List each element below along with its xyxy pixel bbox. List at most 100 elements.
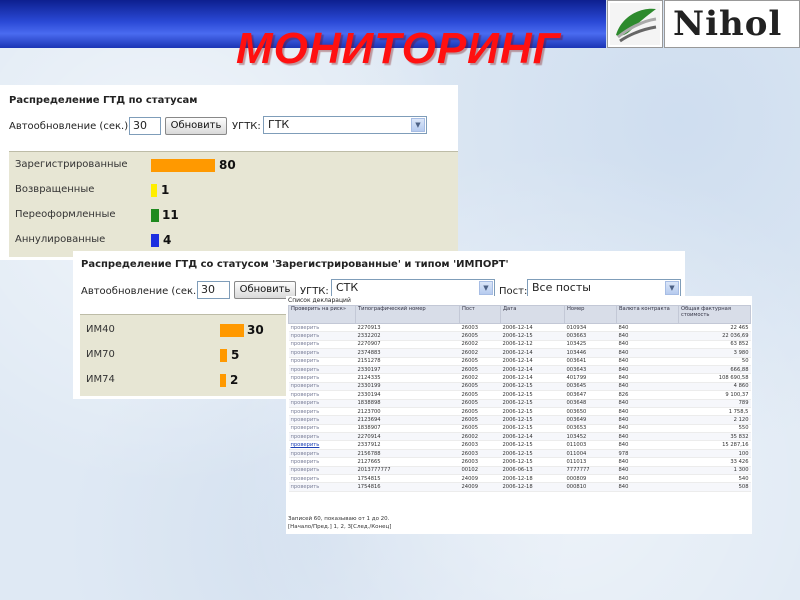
risk-check-link[interactable]: проверить	[288, 457, 356, 467]
status-bar	[151, 209, 159, 222]
table-row[interactable]: проверить 2374883 26002 2006-12-14 103446 840…	[288, 348, 751, 358]
table-header-row: Проверить на риск» Типографический номер…	[288, 305, 751, 324]
column-header-risk-check[interactable]: Проверить на риск»	[288, 305, 356, 324]
column-header-number[interactable]: Номер	[564, 305, 617, 324]
invoice-total-cell: 15 287,16	[678, 440, 751, 450]
risk-check-link[interactable]: проверить	[288, 424, 356, 434]
autorefresh-input[interactable]: 30	[129, 117, 161, 135]
leaf-logo-icon	[607, 0, 663, 48]
ugtk-select[interactable]: СТК ▼	[331, 279, 495, 297]
risk-check-link[interactable]: проверить	[288, 323, 356, 333]
autorefresh-input[interactable]: 30	[197, 281, 230, 299]
number-cell: 011003	[564, 440, 617, 450]
number-cell: 010934	[564, 323, 617, 333]
table-row[interactable]: проверить 2330194 26005 2006-12-15 003647 826…	[288, 390, 751, 400]
table-row[interactable]: проверить 2330197 26005 2006-12-14 003643 840…	[288, 365, 751, 375]
ugtk-selected-value: СТК	[336, 281, 359, 294]
pagination[interactable]: [Начало/Пред.] 1, 2, 3[След./Конец]	[288, 524, 391, 530]
number-cell: 103452	[564, 432, 617, 442]
risk-check-link[interactable]: проверить	[288, 440, 356, 450]
risk-check-link[interactable]: проверить	[288, 466, 356, 476]
post-cell: 26005	[459, 365, 501, 375]
risk-check-link[interactable]: проверить	[288, 373, 356, 383]
table-row[interactable]: проверить 2124335 26002 2006-12-14 401799 840…	[288, 373, 751, 383]
column-header-currency[interactable]: Валюта контракта	[616, 305, 679, 324]
table-row[interactable]: проверить 1838907 26005 2006-12-15 003653 840…	[288, 424, 751, 434]
number-cell: 003649	[564, 415, 617, 425]
post-cell: 26005	[459, 382, 501, 392]
table-row[interactable]: проверить 2013777777 00102 2006-06-13 777777…	[288, 466, 751, 476]
import-type-bar	[220, 349, 227, 362]
post-cell: 26005	[459, 407, 501, 417]
import-type-label: ИМ74	[86, 374, 115, 385]
autorefresh-label: Автообновление (сек.):	[9, 121, 132, 132]
typographic-number-cell: 2270913	[355, 323, 460, 333]
table-row[interactable]: проверить 2270907 26002 2006-12-12 103425 840…	[288, 340, 751, 350]
currency-cell: 840	[616, 399, 679, 408]
risk-check-link[interactable]: проверить	[288, 365, 356, 375]
table-row[interactable]: проверить 2123694 26005 2006-12-15 003649 840…	[288, 415, 751, 425]
risk-check-link[interactable]: проверить	[288, 474, 356, 484]
risk-check-link[interactable]: проверить	[288, 382, 356, 392]
risk-check-link[interactable]: проверить	[288, 407, 356, 417]
risk-check-link[interactable]: проверить	[288, 399, 356, 408]
import-type-chart: ИМ40 30 ИМ70 5 ИМ74 2	[80, 314, 292, 396]
import-type-label: ИМ70	[86, 349, 115, 360]
post-cell: 26005	[459, 390, 501, 400]
table-row[interactable]: проверить 2332202 26005 2006-12-15 003663 840…	[288, 331, 751, 341]
date-cell: 2006-12-14	[500, 432, 565, 442]
refresh-button[interactable]: Обновить	[165, 117, 227, 135]
currency-cell: 840	[616, 340, 679, 350]
status-row: Переоформленные 11	[9, 205, 458, 227]
table-row[interactable]: проверить 2123700 26005 2006-12-15 003650 840…	[288, 407, 751, 417]
column-header-typographic-number[interactable]: Типографический номер	[355, 305, 460, 324]
chevron-down-icon[interactable]: ▼	[665, 281, 679, 295]
currency-cell: 840	[616, 348, 679, 358]
table-row[interactable]: проверить 1754816 24009 2006-12-18 000810 840…	[288, 482, 751, 492]
number-cell: 401799	[564, 373, 617, 383]
invoice-total-cell: 540	[678, 474, 751, 484]
invoice-total-cell: 108 690,58	[678, 373, 751, 383]
post-select[interactable]: Все посты ▼	[527, 279, 681, 297]
typographic-number-cell: 1838898	[355, 399, 460, 408]
invoice-total-cell: 1 300	[678, 466, 751, 476]
logo-text: Nihol	[673, 4, 783, 44]
risk-check-link[interactable]: проверить	[288, 390, 356, 400]
table-row[interactable]: проверить 2330199 26005 2006-12-15 003645 840…	[288, 382, 751, 392]
chevron-down-icon[interactable]: ▼	[479, 281, 493, 295]
risk-check-link[interactable]: проверить	[288, 331, 356, 341]
table-row[interactable]: проверить 2127665 26003 2006-12-15 011013 840…	[288, 457, 751, 467]
risk-check-link[interactable]: проверить	[288, 415, 356, 425]
typographic-number-cell: 2156788	[355, 449, 460, 459]
import-type-row: ИМ40 30	[80, 320, 292, 342]
table-row[interactable]: проверить 2270913 26003 2006-12-14 010934 840…	[288, 323, 751, 333]
risk-check-link[interactable]: проверить	[288, 432, 356, 442]
post-cell: 26005	[459, 399, 501, 408]
post-cell: 26002	[459, 373, 501, 383]
status-row: Возвращенные 1	[9, 180, 458, 202]
column-header-date[interactable]: Дата	[500, 305, 565, 324]
table-row[interactable]: проверить 2156788 26003 2006-12-15 011004 978…	[288, 449, 751, 459]
risk-check-link[interactable]: проверить	[288, 482, 356, 492]
column-header-invoice-total[interactable]: Общая фактурная стоимость	[678, 305, 751, 324]
post-cell: 26002	[459, 340, 501, 350]
table-row[interactable]: проверить 1838898 26005 2006-12-15 003648 840…	[288, 399, 751, 408]
column-header-post[interactable]: Пост	[459, 305, 501, 324]
risk-check-link[interactable]: проверить	[288, 449, 356, 459]
number-cell: 000810	[564, 482, 617, 492]
post-cell: 24009	[459, 482, 501, 492]
chevron-down-icon[interactable]: ▼	[411, 118, 425, 132]
invoice-total-cell: 22 036,69	[678, 331, 751, 341]
table-row[interactable]: проверить 1754815 24009 2006-12-18 000809 840…	[288, 474, 751, 484]
table-row[interactable]: проверить 2270914 26002 2006-12-14 103452 840…	[288, 432, 751, 442]
risk-check-link[interactable]: проверить	[288, 340, 356, 350]
date-cell: 2006-12-14	[500, 365, 565, 375]
table-row[interactable]: проверить 2151278 26005 2006-12-14 003641 840…	[288, 357, 751, 366]
risk-check-link[interactable]: проверить	[288, 357, 356, 366]
post-cell: 26003	[459, 440, 501, 450]
table-row[interactable]: проверить 2337912 26003 2006-12-15 011003 840…	[288, 440, 751, 450]
risk-check-link[interactable]: проверить	[288, 348, 356, 358]
typographic-number-cell: 2332202	[355, 331, 460, 341]
ugtk-select[interactable]: ГТК ▼	[263, 116, 427, 134]
number-cell: 003663	[564, 331, 617, 341]
